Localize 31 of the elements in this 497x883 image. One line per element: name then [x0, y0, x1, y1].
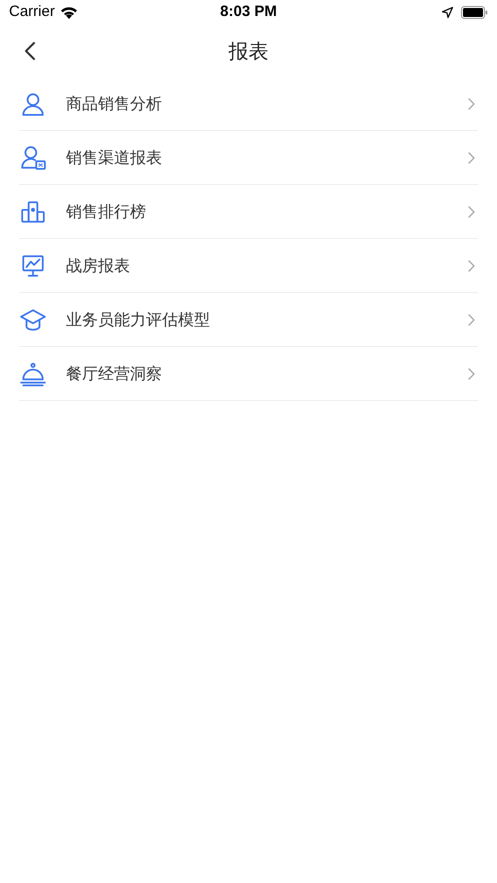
chevron-right-icon [468, 314, 475, 326]
carrier-label: Carrier [9, 2, 55, 22]
item-label: 餐厅经营洞察 [66, 362, 163, 384]
podium-icon [20, 198, 46, 224]
location-arrow-icon [442, 7, 453, 18]
report-list-item[interactable]: 商品销售分析 [19, 77, 478, 131]
report-list-item[interactable]: 业务员能力评估模型 [19, 293, 478, 347]
clock-time: 8:03 PM [220, 2, 277, 22]
item-label: 业务员能力评估模型 [66, 308, 211, 330]
report-list-item[interactable]: 销售渠道报表 [19, 131, 478, 185]
back-chevron-icon [24, 41, 36, 61]
report-list-item[interactable]: 餐厅经营洞察 [19, 347, 478, 401]
item-label: 销售渠道报表 [66, 146, 163, 168]
item-label: 战房报表 [66, 254, 131, 276]
person-badge-icon [20, 144, 46, 170]
report-list-item[interactable]: 销售排行榜 [19, 185, 478, 239]
graduation-cap-icon [20, 306, 46, 332]
item-label: 商品销售分析 [66, 92, 163, 114]
chevron-right-icon [468, 260, 475, 272]
page-title: 报表 [228, 38, 268, 65]
chevron-right-icon [468, 206, 475, 218]
battery-icon [461, 6, 488, 19]
cloche-icon [20, 360, 46, 386]
chevron-right-icon [468, 152, 475, 164]
monitor-chart-icon [20, 252, 46, 278]
person-icon [20, 90, 46, 116]
wifi-icon [60, 6, 78, 19]
item-label: 销售排行榜 [66, 200, 147, 222]
report-list-item[interactable]: 战房报表 [19, 239, 478, 293]
chevron-right-icon [468, 98, 475, 110]
chevron-right-icon [468, 368, 475, 380]
